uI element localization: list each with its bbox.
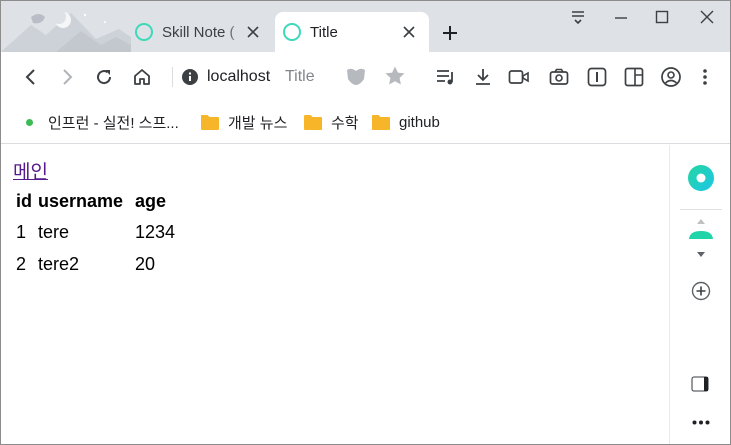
tab-search-button[interactable] <box>562 5 594 29</box>
profile-button[interactable] <box>658 64 684 90</box>
tab-title-active[interactable]: Title <box>275 12 429 52</box>
bookmark-label: 개발 뉴스 <box>228 114 288 132</box>
arrow-right-icon <box>63 69 73 85</box>
shield-icon <box>347 68 365 85</box>
close-window-button[interactable] <box>691 5 723 29</box>
home-button[interactable] <box>129 64 155 90</box>
folder-icon <box>372 114 390 130</box>
side-app-button[interactable] <box>688 231 714 239</box>
theme-decoration-icon <box>1 10 131 52</box>
menu-button[interactable] <box>692 64 718 90</box>
column-header-age: age <box>135 190 167 211</box>
tab-favicon-icon <box>135 23 153 41</box>
playlist-icon <box>437 70 453 85</box>
table-row: 1 tere 1234 <box>15 217 184 247</box>
table-cell: tere <box>38 221 70 242</box>
panel-toggle-icon <box>691 376 709 392</box>
tab-favicon-icon <box>283 23 301 41</box>
green-ring-icon <box>688 165 714 191</box>
address-bar[interactable]: localhost Title <box>172 62 417 92</box>
sidebar-toggle-button[interactable] <box>621 64 647 90</box>
column-header-id: id <box>16 190 32 211</box>
download-icon <box>476 69 490 85</box>
video-camera-icon <box>508 70 529 84</box>
table-cell: 2 <box>16 253 27 274</box>
scroll-down-button[interactable] <box>696 251 706 259</box>
table-row: 2 tere2 20 <box>15 249 184 279</box>
tab-close-icon[interactable] <box>399 22 419 42</box>
minimize-icon <box>615 17 627 19</box>
plus-icon <box>443 26 457 40</box>
app-icon <box>689 231 713 239</box>
maximize-icon <box>655 10 669 24</box>
add-app-button[interactable] <box>690 280 712 302</box>
video-button[interactable] <box>506 64 532 90</box>
browser-window: Skill Note ( Title localhost Title 인프런 -… <box>0 0 731 445</box>
bookmark-folder-dev-news[interactable]: 개발 뉴스 <box>200 111 287 133</box>
new-tab-button[interactable] <box>438 21 462 45</box>
reload-button[interactable] <box>91 64 117 90</box>
whale-app-button[interactable] <box>686 163 716 193</box>
tab-strip: Skill Note ( Title <box>1 1 730 52</box>
folder-icon <box>304 114 322 130</box>
panel-toggle-button[interactable] <box>690 375 712 393</box>
more-horizontal-icon <box>692 420 710 424</box>
star-icon <box>385 66 405 85</box>
shield-button[interactable] <box>343 64 369 90</box>
minimize-button[interactable] <box>605 5 637 29</box>
table-header-row: id username age <box>15 187 184 215</box>
side-more-button[interactable] <box>688 413 714 431</box>
camera-icon <box>549 68 569 85</box>
table-cell: 1 <box>16 221 27 242</box>
playlist-button[interactable] <box>433 64 459 90</box>
downloads-button[interactable] <box>470 64 496 90</box>
bookmark-label: 수학 <box>331 114 359 132</box>
address-separator <box>172 67 173 87</box>
page-content: 메인 id username age 1 tere 1234 2 tere2 2… <box>2 145 669 444</box>
close-icon <box>700 10 714 24</box>
reader-button[interactable] <box>584 64 610 90</box>
bookmark-folder-github[interactable]: github <box>371 111 440 133</box>
back-button[interactable] <box>18 64 44 90</box>
sidebar-icon <box>624 67 644 87</box>
kebab-menu-icon <box>703 69 707 85</box>
table-cell: 20 <box>135 253 156 274</box>
column-header-username: username <box>38 190 124 211</box>
reader-icon <box>587 67 607 87</box>
bookmark-inflearn[interactable]: 인프런 - 실전! 스프... <box>23 111 179 133</box>
bookmark-label: 인프런 - 실전! 스프... <box>48 114 179 132</box>
scroll-up-button[interactable] <box>696 217 706 225</box>
side-panel <box>669 145 730 444</box>
url-host: localhost <box>207 68 271 85</box>
forward-button[interactable] <box>54 64 80 90</box>
profile-icon <box>661 67 681 87</box>
table-cell: 1234 <box>135 221 176 242</box>
plus-circle-icon <box>691 281 711 301</box>
caret-down-icon <box>697 252 705 257</box>
bookmark-label: github <box>399 113 440 131</box>
folder-icon <box>201 114 219 130</box>
home-icon <box>134 69 150 85</box>
maximize-button[interactable] <box>646 5 678 29</box>
screenshot-button[interactable] <box>546 64 572 90</box>
table-cell: tere2 <box>38 253 80 274</box>
side-panel-divider <box>680 209 722 210</box>
tab-title: Skill Note ( <box>162 23 235 41</box>
tab-search-icon <box>572 11 584 25</box>
bookmarks-bar: 인프런 - 실전! 스프... 개발 뉴스 수학 github <box>1 101 730 144</box>
bookmark-star-button[interactable] <box>382 63 408 89</box>
tab-skill-note[interactable]: Skill Note ( <box>127 12 273 52</box>
url-page-title: Title <box>285 68 315 85</box>
tab-title: Title <box>310 23 338 41</box>
green-dot-icon <box>26 118 33 126</box>
caret-up-icon <box>697 219 705 224</box>
bookmark-folder-math[interactable]: 수학 <box>303 111 359 133</box>
arrow-left-icon <box>25 69 35 85</box>
site-info-icon[interactable] <box>181 68 199 91</box>
users-table: id username age 1 tere 1234 2 tere2 20 <box>13 185 186 281</box>
reload-icon <box>97 70 112 85</box>
tab-close-icon[interactable] <box>243 22 263 42</box>
main-link[interactable]: 메인 <box>13 157 48 184</box>
